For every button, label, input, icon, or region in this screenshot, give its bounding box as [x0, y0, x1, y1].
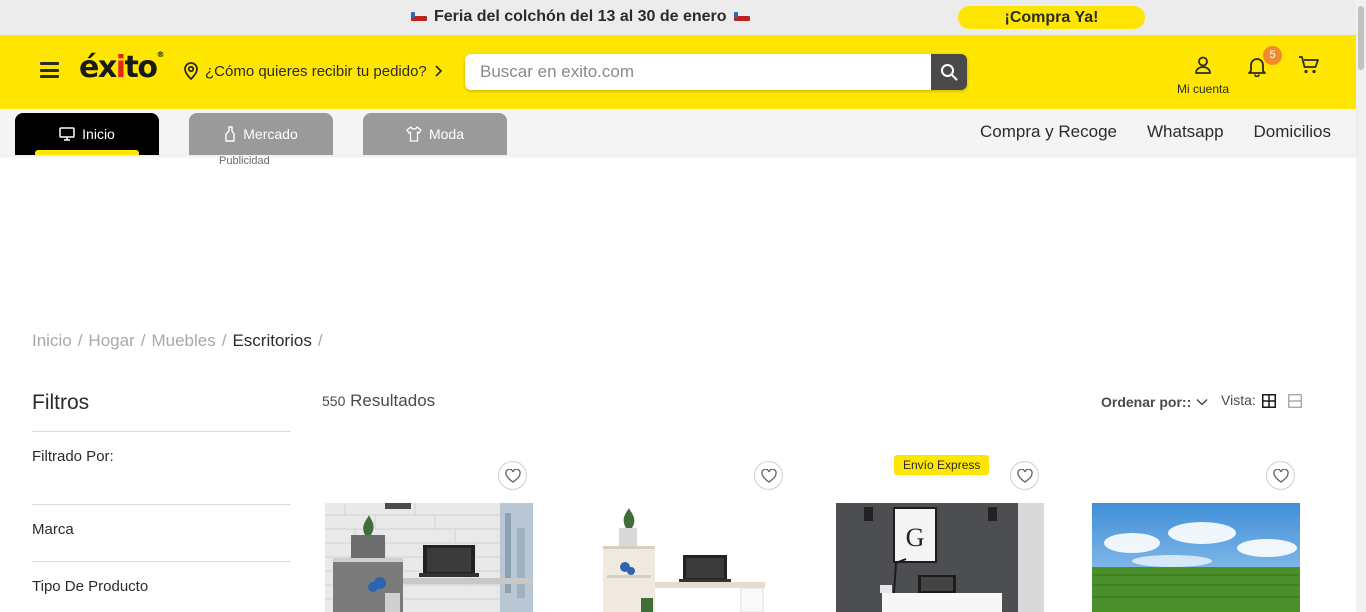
monitor-icon [59, 127, 75, 141]
filter-divider [32, 561, 291, 562]
view-label: Vista: [1221, 392, 1256, 408]
heart-icon [1272, 468, 1289, 483]
breadcrumb-hogar[interactable]: Hogar [88, 331, 134, 351]
user-icon [1195, 56, 1211, 74]
chevron-right-icon [435, 65, 442, 77]
heart-icon [760, 468, 777, 483]
exito-logo[interactable]: éxito® [79, 50, 164, 85]
breadcrumb-separator: / [140, 331, 146, 350]
location-label: ¿Cómo quieres recibir tu pedido? [205, 62, 427, 80]
product-image[interactable] [581, 503, 789, 612]
product-card[interactable] [325, 455, 535, 612]
results-count: 550 [322, 393, 346, 409]
search-button[interactable] [931, 54, 967, 90]
product-card[interactable]: Envío Express G [836, 455, 1046, 612]
promo-cta-button[interactable]: ¡Compra Ya! [958, 6, 1145, 29]
favorite-heart-button[interactable] [754, 461, 783, 490]
filter-group-tipo-de-producto[interactable]: Tipo De Producto [32, 578, 148, 595]
main-header: éxito® ¿Cómo quieres recibir tu pedido? … [0, 35, 1356, 109]
product-image[interactable] [1092, 503, 1300, 612]
breadcrumb-separator: / [221, 331, 227, 350]
breadcrumb-inicio[interactable]: Inicio [32, 331, 72, 351]
bed-icon [410, 11, 428, 23]
product-card[interactable] [581, 455, 791, 612]
sort-label: Ordenar por:: [1101, 394, 1192, 410]
filter-divider [32, 504, 291, 505]
cart-button[interactable] [1298, 55, 1320, 80]
promo-text: Feria del colchón del 13 al 30 de enero [434, 8, 727, 25]
account-label: Mi cuenta [1176, 82, 1230, 96]
link-whatsapp[interactable]: Whatsapp [1147, 122, 1224, 142]
tab-mercado-label: Mercado [243, 126, 298, 142]
breadcrumb: Inicio / Hogar / Muebles / Escritorios / [32, 331, 323, 351]
search-input[interactable] [465, 54, 931, 90]
heart-icon [1016, 468, 1033, 483]
favorite-heart-button[interactable] [498, 461, 527, 490]
promo-bar: Feria del colchón del 13 al 30 de enero … [0, 0, 1356, 35]
favorite-heart-button[interactable] [1266, 461, 1295, 490]
filter-group-marca[interactable]: Marca [32, 521, 74, 538]
ad-label: Publicidad [219, 155, 270, 167]
filters-title: Filtros [32, 391, 90, 414]
sort-dropdown[interactable]: Ordenar por:: [1101, 394, 1208, 410]
chevron-down-icon [1196, 398, 1208, 406]
breadcrumb-separator: / [77, 331, 83, 350]
link-domicilios[interactable]: Domicilios [1254, 122, 1331, 142]
category-navbar: Inicio Mercado Moda Compra y Recoge What… [0, 109, 1356, 155]
tab-inicio-label: Inicio [82, 126, 115, 142]
grid-view-icon[interactable] [1262, 394, 1276, 413]
menu-icon[interactable] [40, 62, 59, 78]
account-button[interactable]: Mi cuenta [1170, 55, 1236, 96]
tab-mercado[interactable]: Mercado [189, 113, 333, 155]
search-icon [941, 64, 958, 81]
promo-text-wrap: Feria del colchón del 13 al 30 de enero [410, 8, 751, 26]
filtered-by-label: Filtrado Por: [32, 448, 114, 465]
results-summary: 550 Resultados [322, 391, 435, 411]
favorite-heart-button[interactable] [1010, 461, 1039, 490]
breadcrumb-muebles[interactable]: Muebles [151, 331, 215, 351]
bottle-icon [225, 126, 235, 142]
tab-moda-label: Moda [428, 126, 465, 142]
product-image[interactable]: G [836, 503, 1044, 612]
results-label: Resultados [350, 391, 436, 410]
filter-divider [32, 431, 291, 432]
link-compra-y-recoge[interactable]: Compra y Recoge [980, 122, 1117, 142]
heart-icon [504, 468, 521, 483]
svg-text:G: G [906, 523, 925, 552]
shirt-icon [406, 126, 422, 142]
notifications-badge: 5 [1263, 46, 1282, 65]
active-tab-indicator [35, 150, 139, 155]
breadcrumb-escritorios: Escritorios [232, 331, 312, 350]
location-pin-icon [184, 62, 198, 80]
product-image[interactable] [325, 503, 533, 612]
search-bar [465, 54, 967, 90]
bed-icon [733, 11, 751, 23]
tab-inicio[interactable]: Inicio [15, 113, 159, 155]
page-scrollbar[interactable] [1356, 0, 1366, 612]
scrollbar-thumb[interactable] [1358, 6, 1364, 70]
delivery-location-button[interactable]: ¿Cómo quieres recibir tu pedido? [183, 62, 443, 80]
product-card[interactable] [1092, 455, 1302, 612]
express-shipping-badge: Envío Express [894, 455, 990, 475]
list-view-icon[interactable] [1288, 394, 1302, 413]
breadcrumb-separator: / [317, 331, 323, 350]
cart-icon [1299, 56, 1319, 74]
tab-moda[interactable]: Moda [363, 113, 507, 155]
nav-links: Compra y Recoge Whatsapp Domicilios [980, 122, 1331, 142]
